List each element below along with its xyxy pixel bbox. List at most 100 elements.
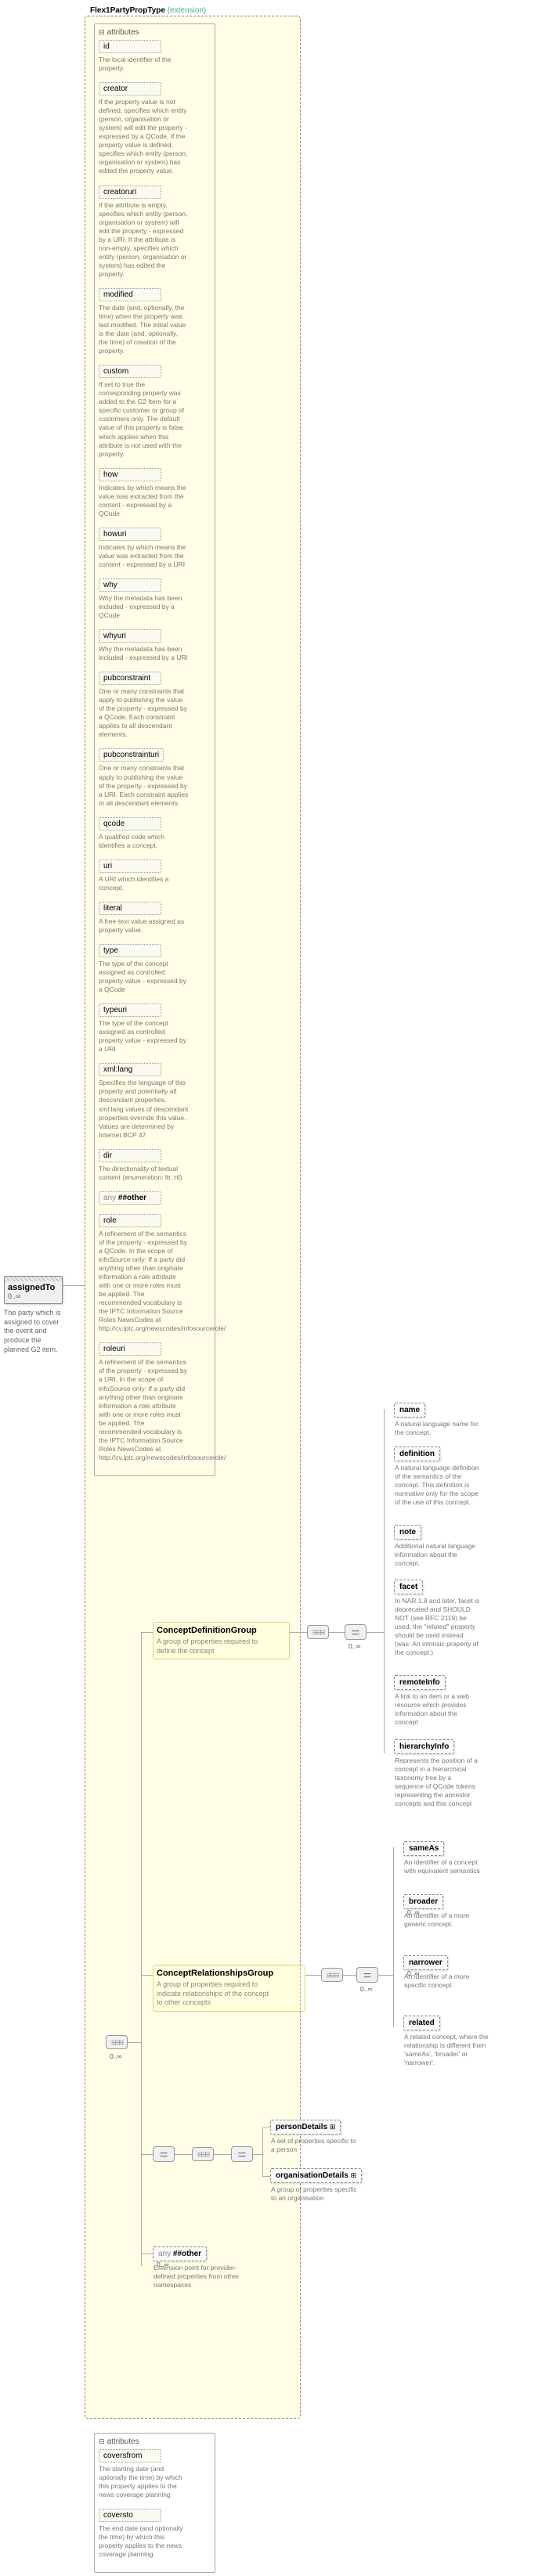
prop-card: 0..∞: [407, 1908, 420, 1916]
attribute-desc: If the property value is not defined, sp…: [99, 98, 189, 175]
prop-remoteInfo: remoteInfo A link to an item or a web re…: [394, 1675, 446, 1690]
choice-card: 0..∞: [360, 1985, 373, 1993]
attribute-desc: Why the metadata has been included - exp…: [99, 645, 189, 662]
attribute-name: any ##other: [99, 1191, 161, 1205]
attribute-desc: A refinement of the semantics of the pro…: [99, 1230, 189, 1334]
group-concept-definition: ConceptDefinitionGroup A group of proper…: [153, 1622, 290, 1659]
prop-organisationDetails: organisationDetails ⊞ A group of propert…: [270, 2168, 362, 2183]
attribute-name: pubconstrainturi: [99, 748, 164, 762]
choice-card: 0..∞: [349, 1642, 361, 1650]
attributes-header: attributes: [107, 28, 139, 37]
attribute-name: coversto: [99, 2509, 161, 2522]
attribute-item: qcode A qualified code which identifies a…: [99, 817, 211, 850]
attributes-box-1: attributes id The local identifier of the…: [94, 23, 215, 1476]
attribute-name: custom: [99, 365, 161, 378]
prop-note: note Additional natural language informa…: [394, 1525, 421, 1540]
attribute-name: coversfrom: [99, 2449, 161, 2463]
attribute-item: xml:lang Specifies the language of this p…: [99, 1063, 211, 1139]
attribute-name: howuri: [99, 528, 161, 541]
attribute-desc: A refinement of the semantics of the pro…: [99, 1358, 189, 1462]
prop-hierarchyInfo: hierarchyInfo Represents the position of…: [394, 1739, 454, 1754]
sequence-icon: [106, 2035, 128, 2049]
group-def-desc: A group of properties required to define…: [157, 1637, 274, 1655]
attribute-item: id The local identifier of the property.: [99, 40, 211, 73]
attribute-name: why: [99, 578, 161, 592]
prop-any-other: any ##other Extension point for provider…: [153, 2246, 207, 2261]
attribute-desc: The directionality of textual content (e…: [99, 1165, 189, 1182]
attribute-name: dir: [99, 1149, 161, 1162]
root-desc: The party which is assigned to cover the…: [4, 1309, 65, 1354]
attribute-desc: Indicates by which means the value was e…: [99, 543, 189, 569]
attribute-item: how Indicates by which means the value wa…: [99, 468, 211, 518]
prop-broader: broader An identifier of a more generic …: [403, 1894, 443, 1909]
attribute-item: pubconstrainturi One or many constraints …: [99, 748, 211, 807]
attribute-name: qcode: [99, 817, 161, 830]
attribute-item: role A refinement of the semantics of the…: [99, 1214, 211, 1334]
prop-related: related A related concept, where the rel…: [403, 2016, 440, 2030]
attribute-desc: The date (and, optionally, the time) whe…: [99, 304, 189, 355]
attribute-item: literal A free-text value assigned as pro…: [99, 902, 211, 935]
prop-facet: facet In NAR 1.8 and later, facet is dep…: [394, 1580, 423, 1594]
attribute-desc: If the attribute is empty, specifies whi…: [99, 201, 189, 279]
type-title: Flex1PartyPropType (extension): [90, 6, 206, 15]
attribute-item: custom If set to true the corresponding p…: [99, 365, 211, 458]
root-card: 0..∞: [8, 1292, 59, 1300]
attribute-desc: A qualified code which identifies a conc…: [99, 833, 189, 850]
prop-card: 0..∞: [407, 1969, 420, 1977]
attribute-desc: The type of the concept assigned as cont…: [99, 1019, 189, 1054]
attribute-item: pubconstraint One or many constraints tha…: [99, 672, 211, 739]
choice-icon: [345, 1624, 367, 1640]
attribute-desc: Specifies the language of this property …: [99, 1079, 189, 1139]
attribute-item: roleuri A refinement of the semantics of …: [99, 1342, 211, 1462]
attribute-item: whyuriWhy the metadata has been included…: [99, 629, 211, 662]
sequence-icon: [307, 1625, 329, 1639]
choice-icon: [231, 2146, 253, 2162]
attribute-name: modified: [99, 288, 161, 301]
attribute-item: coversfrom The starting date (and optiona…: [99, 2449, 211, 2499]
attribute-item: creatoruriIf the attribute is empty, spe…: [99, 186, 211, 279]
group-concept-relationships: ConceptRelationshipsGroup A group of pro…: [153, 1965, 305, 2012]
sequence-icon: [192, 2147, 214, 2161]
sequence-card: 0..∞: [110, 2052, 122, 2060]
group-rel-label: ConceptRelationshipsGroup: [157, 1969, 273, 1978]
attribute-item: any ##other: [99, 1191, 211, 1205]
attribute-name: role: [99, 1214, 161, 1227]
attribute-name: how: [99, 468, 161, 481]
element-assignedTo: assignedTo 0..∞: [4, 1276, 63, 1304]
prop-personDetails: personDetails ⊞ A set of properties spec…: [270, 2120, 341, 2135]
attribute-desc: The local identifier of the property.: [99, 56, 189, 73]
attribute-desc: The type of the concept assigned as cont…: [99, 960, 189, 994]
attribute-item: modified The date (and, optionally, the t…: [99, 288, 211, 355]
group-rel-desc: A group of properties required to indica…: [157, 1980, 274, 2008]
attribute-name: xml:lang: [99, 1063, 161, 1076]
attribute-desc: Indicates by which means the value was e…: [99, 484, 189, 518]
prop-definition: definition A natural language definition…: [394, 1447, 440, 1461]
attribute-name: typeuri: [99, 1003, 161, 1017]
group-def-label: ConceptDefinitionGroup: [157, 1626, 257, 1635]
prop-sameAs: sameAs An identifier of a concept with e…: [403, 1841, 444, 1856]
attribute-item: typeThe type of the concept assigned as …: [99, 944, 211, 994]
attribute-name: id: [99, 40, 161, 53]
attribute-name: uri: [99, 859, 161, 873]
attribute-item: typeuri The type of the concept assigned …: [99, 1003, 211, 1054]
prop-card: 0..∞: [157, 2261, 169, 2268]
attribute-desc: If set to true the corresponding propert…: [99, 380, 189, 458]
attribute-desc: One or many constraints that apply to pu…: [99, 764, 189, 807]
attribute-desc: A free-text value assigned as property v…: [99, 917, 189, 935]
root-name: assignedTo: [8, 1283, 59, 1292]
attribute-desc: Why the metadata has been included - exp…: [99, 594, 189, 620]
attribute-item: uriA URI which identifies a concept.: [99, 859, 211, 892]
attribute-name: roleuri: [99, 1342, 161, 1356]
choice-icon: [356, 1967, 378, 1983]
prop-narrower: narrower An identifier of a more specifi…: [403, 1955, 448, 1970]
attribute-item: howuri Indicates by which means the value…: [99, 528, 211, 569]
attribute-item: dir The directionality of textual content…: [99, 1149, 211, 1182]
attribute-desc: The end date (and optionally the time) b…: [99, 2524, 189, 2559]
prop-name: name A natural language name for the con…: [394, 1403, 425, 1418]
attribute-desc: The starting date (and optionally the ti…: [99, 2465, 189, 2499]
attribute-name: literal: [99, 902, 161, 915]
attributes-box-2: attributes coversfromThe starting date (…: [94, 2433, 215, 2573]
attribute-item: creatorIf the property value is not defi…: [99, 82, 211, 175]
attribute-desc: One or many constraints that apply to pu…: [99, 687, 189, 739]
attribute-name: pubconstraint: [99, 672, 161, 685]
